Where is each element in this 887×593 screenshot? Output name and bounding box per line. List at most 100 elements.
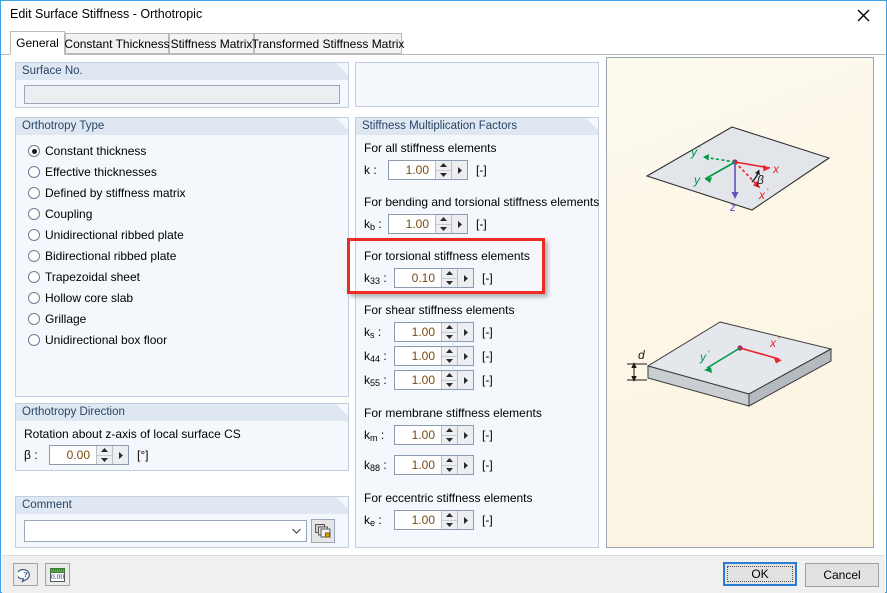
spinner-ks[interactable]: 1.00 — [394, 322, 474, 342]
more-button-ks[interactable] — [457, 323, 473, 341]
label-k55-suffix: : — [380, 373, 387, 387]
tab-transformed-stiffness-matrix[interactable]: Transformed Stiffness Matrix — [252, 33, 404, 54]
beta-more-button[interactable] — [112, 446, 128, 464]
units-button[interactable]: 0.00 — [45, 563, 70, 586]
beta-value[interactable]: 0.00 — [50, 446, 96, 464]
help-question-icon: ? — [17, 568, 30, 583]
stiffness-factors-header: Stiffness Multiplication Factors — [356, 118, 598, 135]
more-button-k88[interactable] — [457, 456, 473, 474]
value-k33[interactable]: 0.10 — [395, 269, 441, 287]
chevron-up-icon[interactable] — [442, 456, 457, 466]
radio-unidirectional-ribbed-plate[interactable]: Unidirectional ribbed plate — [28, 226, 184, 244]
chevron-down-icon[interactable] — [442, 357, 457, 366]
spinner-k33[interactable]: 0.10 — [394, 268, 474, 288]
tab-constant-thickness[interactable]: Constant Thickness — [64, 33, 170, 54]
surface-no-input[interactable] — [24, 85, 340, 104]
stepper-ke[interactable] — [441, 511, 457, 529]
more-button-k[interactable] — [451, 161, 467, 179]
chevron-down-icon[interactable] — [436, 225, 451, 234]
label-ks-suffix: : — [374, 325, 382, 339]
chevron-down-icon[interactable] — [436, 171, 451, 180]
comment-input[interactable] — [24, 520, 307, 542]
chevron-down-icon[interactable] — [442, 333, 457, 342]
value-k44[interactable]: 1.00 — [395, 347, 441, 365]
chevron-down-icon[interactable] — [286, 528, 306, 534]
more-button-ke[interactable] — [457, 511, 473, 529]
orthotropy-type-header: Orthotropy Type — [16, 118, 348, 135]
radio-effective-thicknesses-label: Effective thicknesses — [45, 165, 157, 179]
value-km[interactable]: 1.00 — [395, 426, 441, 444]
help-button[interactable]: ? — [13, 563, 38, 586]
chevron-up-icon[interactable] — [442, 371, 457, 381]
stepper-ks[interactable] — [441, 323, 457, 341]
stepper-k44[interactable] — [441, 347, 457, 365]
cancel-button[interactable]: Cancel — [805, 563, 879, 587]
surface-no-group: Surface No. — [15, 62, 349, 108]
chevron-down-icon[interactable] — [97, 456, 112, 465]
value-k[interactable]: 1.00 — [389, 161, 435, 179]
spinner-k88[interactable]: 1.00 — [394, 455, 474, 475]
value-ks[interactable]: 1.00 — [395, 323, 441, 341]
more-button-kb[interactable] — [451, 215, 467, 233]
tab-stiffness-matrix[interactable]: Stiffness Matrix — [169, 33, 254, 54]
chevron-up-icon[interactable] — [436, 215, 451, 225]
value-ke[interactable]: 1.00 — [395, 511, 441, 529]
chevron-down-icon[interactable] — [442, 466, 457, 475]
spinner-k44[interactable]: 1.00 — [394, 346, 474, 366]
stepper-k[interactable] — [435, 161, 451, 179]
chevron-down-icon[interactable] — [442, 521, 457, 530]
spinner-ke[interactable]: 1.00 — [394, 510, 474, 530]
radio-constant-thickness[interactable]: Constant thickness — [28, 142, 146, 160]
radio-dot — [28, 229, 40, 241]
radio-bidirectional-ribbed-plate[interactable]: Bidirectional ribbed plate — [28, 247, 176, 265]
copy-layers-icon — [315, 524, 331, 538]
chevron-up-icon[interactable] — [97, 446, 112, 456]
stepper-k33[interactable] — [441, 269, 457, 287]
radio-grillage[interactable]: Grillage — [28, 310, 86, 328]
radio-effective-thicknesses[interactable]: Effective thicknesses — [28, 163, 157, 181]
chevron-up-icon[interactable] — [442, 269, 457, 279]
tab-general[interactable]: General — [10, 31, 65, 55]
chevron-up-icon[interactable] — [442, 511, 457, 521]
comment-picker-button[interactable] — [311, 519, 335, 543]
more-button-k44[interactable] — [457, 347, 473, 365]
label-k33: k33 : — [364, 271, 387, 286]
label-kb: kb : — [364, 217, 382, 232]
more-button-k33[interactable] — [457, 269, 473, 287]
radio-defined-by-stiffness-matrix[interactable]: Defined by stiffness matrix — [28, 184, 186, 202]
value-k55[interactable]: 1.00 — [395, 371, 441, 389]
spinner-k55[interactable]: 1.00 — [394, 370, 474, 390]
chevron-up-icon[interactable] — [442, 426, 457, 436]
close-icon[interactable] — [841, 1, 886, 29]
chevron-down-icon[interactable] — [442, 436, 457, 445]
unit-k: [-] — [476, 163, 487, 177]
caption-all-stiffness: For all stiffness elements — [364, 141, 497, 155]
stepper-km[interactable] — [441, 426, 457, 444]
spinner-km[interactable]: 1.00 — [394, 425, 474, 445]
chevron-down-icon[interactable] — [442, 381, 457, 390]
radio-trapezoidal-sheet[interactable]: Trapezoidal sheet — [28, 268, 140, 286]
caption-bending-torsional: For bending and torsional stiffness elem… — [364, 195, 600, 209]
stepper-kb[interactable] — [435, 215, 451, 233]
more-button-k55[interactable] — [457, 371, 473, 389]
radio-hollow-core-slab[interactable]: Hollow core slab — [28, 289, 133, 307]
chevron-up-icon[interactable] — [436, 161, 451, 171]
cancel-button-label: Cancel — [823, 568, 861, 582]
radio-hollow-core-slab-label: Hollow core slab — [45, 291, 134, 305]
radio-coupling[interactable]: Coupling — [28, 205, 92, 223]
radio-unidirectional-box-floor[interactable]: Unidirectional box floor — [28, 331, 167, 349]
ok-button[interactable]: OK — [723, 562, 797, 586]
more-button-km[interactable] — [457, 426, 473, 444]
spinner-k[interactable]: 1.00 — [388, 160, 468, 180]
chevron-down-icon[interactable] — [442, 279, 457, 288]
beta-stepper[interactable] — [96, 446, 112, 464]
chevron-up-icon[interactable] — [442, 323, 457, 333]
value-kb[interactable]: 1.00 — [389, 215, 435, 233]
spinner-kb[interactable]: 1.00 — [388, 214, 468, 234]
stepper-k55[interactable] — [441, 371, 457, 389]
stepper-k88[interactable] — [441, 456, 457, 474]
chevron-up-icon[interactable] — [442, 347, 457, 357]
dialog-footer: ? 0.00 OK Cancel — [2, 555, 885, 593]
beta-spinner[interactable]: 0.00 — [49, 445, 129, 465]
value-k88[interactable]: 1.00 — [395, 456, 441, 474]
